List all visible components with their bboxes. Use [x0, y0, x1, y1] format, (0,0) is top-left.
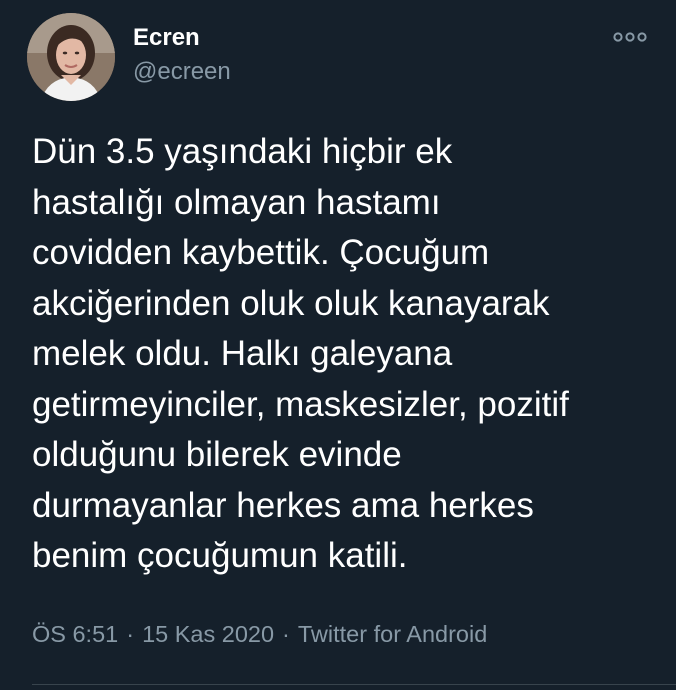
- author-handle[interactable]: @ecreen: [133, 57, 231, 87]
- tweet-meta: ÖS 6:51 · 15 Kas 2020 · Twitter for Android: [32, 619, 487, 649]
- tweet-text-line: olduğunu bilerek evinde: [32, 435, 402, 474]
- tweet-text-line: melek oldu. Halkı galeyana: [32, 334, 453, 373]
- meta-separator: ·: [282, 621, 290, 647]
- author-name[interactable]: Ecren: [133, 23, 200, 53]
- tweet-text-line: covidden kaybettik. Çocuğum: [32, 233, 490, 272]
- more-options-icon[interactable]: [612, 26, 648, 48]
- divider: [32, 684, 676, 685]
- tweet-text-line: durmayanlar herkes ama herkes: [32, 485, 534, 525]
- tweet-source[interactable]: Twitter for Android: [298, 621, 487, 647]
- avatar[interactable]: [27, 13, 115, 101]
- tweet-text-line: benim çocuğumun katili.: [32, 536, 408, 575]
- tweet-text-line: akciğerinden oluk oluk kanayarak: [32, 283, 550, 323]
- tweet-text-line: hastalığı olmayan hastamı: [32, 182, 441, 222]
- tweet-text: Dün 3.5 yaşındaki hiçbir ek hastalığı ol…: [32, 127, 652, 582]
- tweet-time[interactable]: ÖS 6:51: [32, 621, 118, 647]
- tweet-detail: Ecren @ecreen Dün 3.5 yaşındaki hiçbir e…: [0, 0, 676, 690]
- tweet-date[interactable]: 15 Kas 2020: [142, 621, 274, 647]
- profile-photo-icon: [27, 13, 115, 101]
- tweet-text-line: getirmeyinciler, maskesizler, pozitif: [32, 384, 569, 424]
- tweet-text-line: Dün 3.5 yaşındaki hiçbir ek: [32, 132, 453, 171]
- meta-separator: ·: [126, 621, 135, 647]
